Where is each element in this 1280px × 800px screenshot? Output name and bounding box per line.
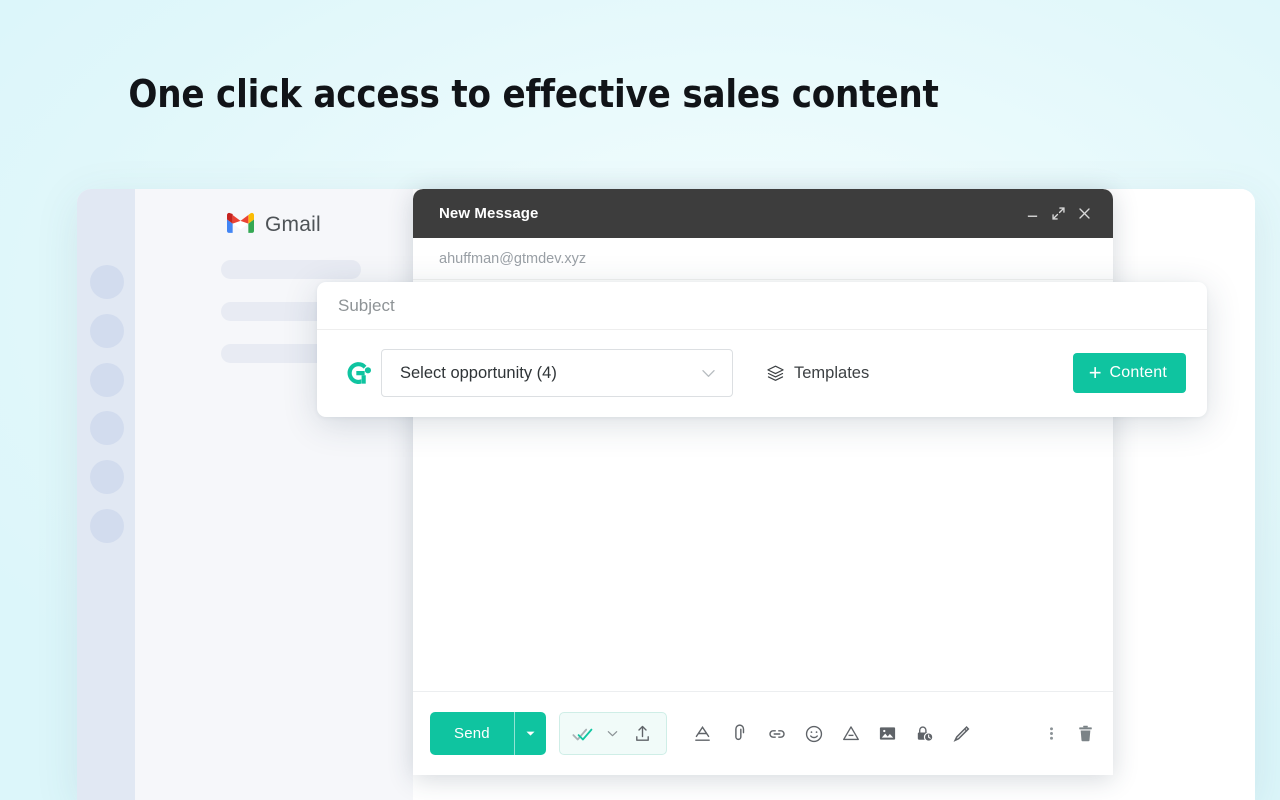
formatting-icon-group bbox=[689, 719, 976, 749]
add-content-button[interactable]: + Content bbox=[1072, 353, 1186, 393]
send-button-label: Send bbox=[454, 725, 490, 742]
send-options-button[interactable] bbox=[513, 712, 546, 755]
gtm-buddy-g-logo-icon bbox=[338, 359, 378, 388]
send-button-group[interactable]: Send bbox=[430, 712, 546, 755]
subject-input[interactable] bbox=[338, 295, 1186, 316]
opportunity-select[interactable]: Select opportunity (4) bbox=[381, 349, 733, 397]
recipient-field[interactable]: ahuffman@gtmdev.xyz bbox=[413, 238, 1113, 280]
signature-icon[interactable] bbox=[948, 719, 976, 749]
gmail-folder-sidebar: Gmail bbox=[135, 189, 413, 800]
compose-title: New Message bbox=[439, 205, 539, 222]
tracking-toolbar-group bbox=[558, 712, 667, 755]
nav-rail-placeholder[interactable] bbox=[90, 460, 124, 494]
add-content-button-label: Content bbox=[1109, 364, 1167, 381]
subject-row bbox=[317, 282, 1207, 330]
nav-rail-placeholder[interactable] bbox=[90, 411, 124, 445]
templates-button[interactable]: Templates bbox=[762, 358, 873, 389]
sidebar-folder-placeholder[interactable] bbox=[221, 260, 361, 279]
opportunity-select-label: Select opportunity (4) bbox=[400, 363, 557, 382]
nav-rail-placeholder[interactable] bbox=[90, 265, 124, 299]
page-title: One click access to effective sales cont… bbox=[128, 72, 939, 116]
insert-photo-icon[interactable] bbox=[874, 719, 902, 749]
gmail-brand: Gmail bbox=[227, 212, 321, 238]
compose-titlebar: New Message bbox=[413, 189, 1113, 238]
close-button[interactable] bbox=[1071, 201, 1097, 227]
discard-draft-icon[interactable] bbox=[1071, 719, 1099, 749]
compose-window: New Message ahuffman@gtmdev.xyz Send bbox=[413, 189, 1113, 775]
chevron-down-icon bbox=[702, 369, 715, 377]
compose-toolbar: Send bbox=[413, 691, 1113, 775]
extension-tools-row: Select opportunity (4) Templates + Conte… bbox=[317, 330, 1207, 416]
confidential-mode-icon[interactable] bbox=[911, 719, 939, 749]
tracking-checkmark-icon[interactable] bbox=[569, 719, 597, 749]
toolbar-right-group bbox=[1037, 719, 1099, 749]
nav-rail-placeholder[interactable] bbox=[90, 314, 124, 348]
attach-file-icon[interactable] bbox=[726, 719, 754, 749]
google-drive-icon[interactable] bbox=[837, 719, 865, 749]
expand-button[interactable] bbox=[1045, 201, 1071, 227]
insert-link-icon[interactable] bbox=[763, 719, 791, 749]
gmail-nav-rail bbox=[77, 189, 135, 800]
gmail-m-logo-icon bbox=[227, 212, 254, 238]
nav-rail-placeholder[interactable] bbox=[90, 363, 124, 397]
plus-icon: + bbox=[1088, 360, 1102, 385]
nav-rail-placeholder[interactable] bbox=[90, 509, 124, 543]
chevron-down-icon bbox=[526, 731, 535, 736]
send-button[interactable]: Send bbox=[430, 712, 514, 755]
more-options-icon[interactable] bbox=[1037, 719, 1065, 749]
upload-icon[interactable] bbox=[629, 719, 657, 749]
format-text-icon[interactable] bbox=[689, 719, 717, 749]
minimize-button[interactable] bbox=[1019, 201, 1045, 227]
templates-button-label: Templates bbox=[794, 363, 870, 382]
layers-stack-icon bbox=[767, 365, 784, 381]
recipient-value: ahuffman@gtmdev.xyz bbox=[439, 250, 587, 267]
extension-overlay-card: Select opportunity (4) Templates + Conte… bbox=[317, 282, 1207, 417]
tracking-chevron-down-icon[interactable] bbox=[599, 719, 627, 749]
gmail-brand-label: Gmail bbox=[265, 213, 321, 236]
insert-emoji-icon[interactable] bbox=[800, 719, 828, 749]
